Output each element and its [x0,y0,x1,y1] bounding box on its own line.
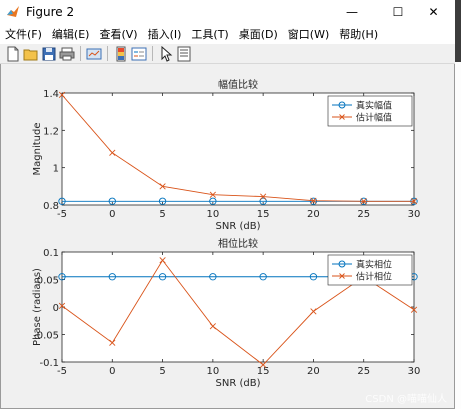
menu-item-4[interactable]: 工具(T) [186,26,233,42]
x-tick-label: 0 [109,366,115,377]
menu-item-6[interactable]: 窗口(W) [283,26,334,42]
property-inspector-icon [177,46,190,61]
y-tick-label: -0.1 [39,358,59,369]
pointer-button[interactable] [157,45,174,62]
y-axis-label: Magnitude [32,123,43,176]
chart-1: 相位比较-5 0 5 10 15 20 25 30-0.1-0.0500.050.1SNR (… [32,237,420,389]
link-plot-button[interactable] [85,45,102,62]
window-title: Figure 2 [26,5,75,19]
watermark: CSDN @喵喵仙人 [365,394,447,405]
x-axis-label: SNR (dB) [216,378,261,389]
figure-toolbar [0,44,455,64]
y-tick-label: 1 [53,164,59,175]
menu-bar: 文件(F) 编辑(E) 查看(V) 插入(I) 工具(T) 桌面(D) 窗口(W) 帮助(H) [0,24,455,44]
colorbar-button[interactable] [112,45,129,62]
x-tick-label: 10 [206,366,219,377]
menu-item-1[interactable]: 编辑(E) [47,26,95,42]
background-window-edge [455,62,461,409]
legend-label: 估计相位 [356,271,392,283]
figure-canvas: 幅值比较 -5 0 5 10 15 20 25 30 0.8 1 1.2 1.4 SNR (dB) Magn… [4,66,451,402]
y-tick-label: 1.2 [43,126,59,137]
save-button[interactable] [40,45,57,62]
property-inspector-button[interactable] [175,45,192,62]
new-figure-icon [7,46,18,61]
y-axis-label: Phase (radians) [32,268,43,346]
x-tick-label: 25 [357,209,370,220]
menu-item-7[interactable]: 帮助(H) [334,26,383,42]
toolbar-separator [80,46,81,61]
y-tick-label: 0.1 [43,248,59,259]
colorbar-icon [116,46,125,61]
toolbar-separator [107,46,108,61]
y-tick-label: 0.8 [43,201,59,212]
save-icon [42,47,55,60]
print-icon [59,47,74,60]
x-tick-label: 5 [159,209,165,220]
x-tick-label: 10 [206,209,219,220]
x-tick-label: 15 [257,209,270,220]
x-tick-label: 0 [109,209,115,220]
chart-title-1: 相位比较 [218,237,258,250]
legend-label: 真实相位 [356,259,392,271]
legend-0: 真实幅值估计幅值 [327,95,413,127]
open-file-icon [23,49,37,60]
new-figure-button[interactable] [4,45,21,62]
toolbar-separator [152,46,153,61]
menu-item-2[interactable]: 查看(V) [94,26,142,42]
close-button[interactable]: ✕ [412,0,455,24]
chart-0: 幅值比较-5 0 5 10 15 20 25 300.811.21.4SNR (dB)Magn… [32,78,420,232]
x-tick-label: 20 [307,366,320,377]
link-plot-icon [86,48,101,59]
y-tick-label: 0 [53,303,59,314]
print-button[interactable] [58,45,75,62]
chart-title-0: 幅值比较 [218,78,258,91]
open-file-button[interactable] [22,45,39,62]
x-tick-label: 5 [159,366,165,377]
figure-window: Figure 2 — ☐ ✕ 文件(F) 编辑(E) 查看(V) 插入(I) 工具(T)… [0,0,455,409]
plot-svg: 幅值比较-5 0 5 10 15 20 25 300.811.21.4SNR (dB)Magn… [32,78,420,389]
minimize-button[interactable]: — [329,0,375,24]
x-axis-label: SNR (dB) [216,221,261,232]
legend-label: 估计幅值 [356,112,392,124]
x-tick-label: 25 [357,366,370,377]
pointer-icon [161,45,172,62]
matlab-logo-icon [7,6,19,17]
menu-item-0[interactable]: 文件(F) [0,26,47,42]
legend-button[interactable] [130,45,147,62]
x-tick-label: 30 [408,366,421,377]
x-tick-label: 30 [408,209,421,220]
legend-label: 真实幅值 [356,100,392,112]
menu-item-5[interactable]: 桌面(D) [234,26,283,42]
y-tick-label: 1.4 [43,89,59,100]
x-tick-label: 15 [257,366,270,377]
x-tick-label: 20 [307,209,320,220]
legend-1: 真实相位估计相位 [327,254,413,286]
menu-item-3[interactable]: 插入(I) [143,26,187,42]
legend-icon [131,47,146,60]
